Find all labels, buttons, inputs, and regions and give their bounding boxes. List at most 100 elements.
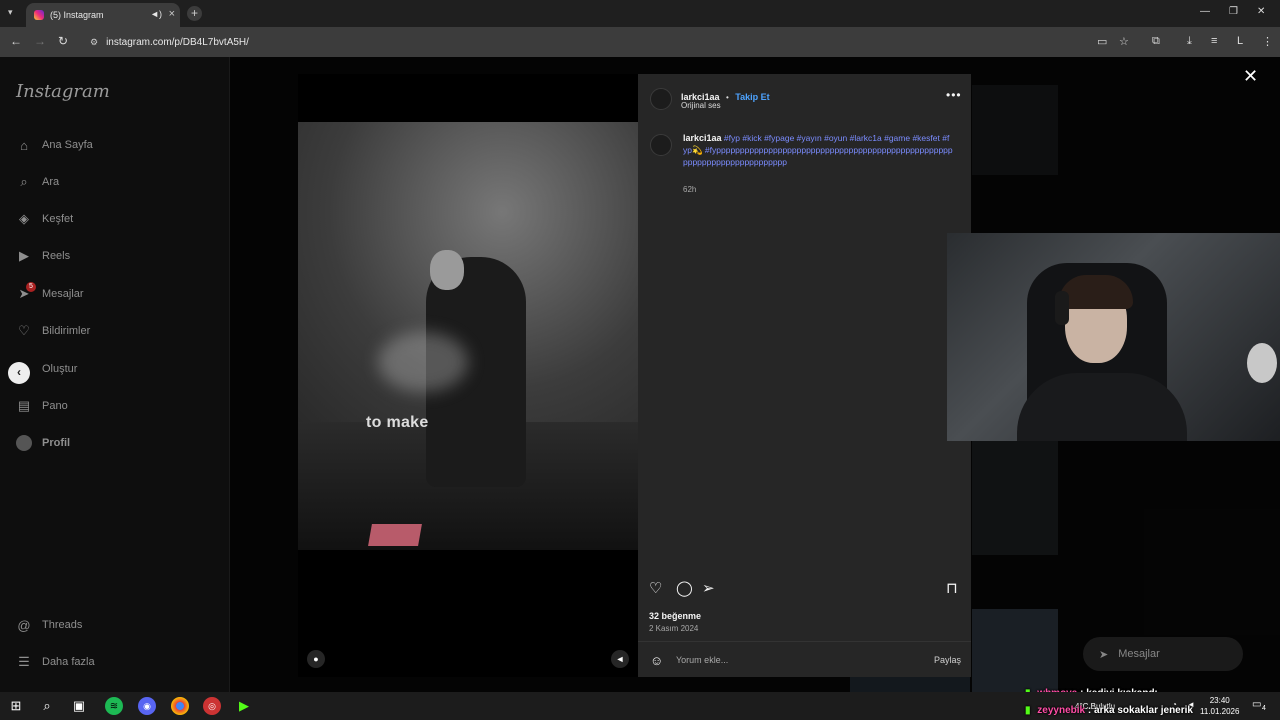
new-tab-button[interactable]: +	[187, 6, 202, 21]
caption-time: 62h	[683, 185, 697, 194]
post-comment-button[interactable]: Paylaş	[934, 655, 961, 665]
collapse-sidebar-button[interactable]: ‹	[8, 362, 30, 384]
address-bar[interactable]: ⚙ instagram.com/p/DB4L7bvtA5H/	[80, 31, 1140, 53]
avatar[interactable]	[650, 134, 672, 156]
post-date: 2 Kasım 2024	[649, 624, 699, 633]
sidebar-item-more[interactable]: ☰ Daha fazla	[16, 654, 94, 670]
sidebar-item-threads[interactable]: @ Threads	[16, 617, 82, 633]
video-head	[430, 250, 464, 290]
kick-app-icon[interactable]: ▶	[235, 697, 253, 715]
chrome-icon[interactable]	[171, 697, 189, 715]
sidebar-item-search[interactable]: ⌕ Ara	[16, 174, 59, 190]
like-heart-icon[interactable]: ♡	[649, 579, 662, 597]
notifications-icon[interactable]: ▭	[1252, 699, 1261, 710]
tagged-user-icon[interactable]: ●	[307, 650, 325, 668]
webcam-hair	[1059, 275, 1133, 309]
sidebar-item-label: Reels	[42, 250, 71, 262]
sidebar-item-profile[interactable]: Profil	[16, 435, 70, 451]
cast-icon[interactable]: ▭	[1097, 35, 1107, 48]
instagram-page: Instagram ⌂ Ana Sayfa ⌕ Ara ◈ Keşfet ▶ R…	[0, 57, 1280, 692]
post-media[interactable]: to make ● ◄	[298, 74, 638, 677]
back-icon[interactable]: ←	[10, 34, 22, 48]
sidebar-item-reels[interactable]: ▶ Reels	[16, 248, 70, 264]
profile-icon[interactable]: L	[1237, 35, 1243, 47]
extensions-icon[interactable]: ⧉	[1152, 35, 1160, 48]
discord-icon[interactable]: ◉	[138, 697, 156, 715]
avatar[interactable]	[650, 88, 672, 110]
search-icon[interactable]: ⌕	[38, 697, 56, 715]
system-clock[interactable]: 23:40 11.01.2026	[1200, 695, 1239, 717]
browser-toolbar: ← → ↻ ⚙ instagram.com/p/DB4L7bvtA5H/ ▭ ☆…	[0, 27, 1280, 57]
more-options-icon[interactable]: •••	[946, 88, 962, 102]
follow-button[interactable]: Takip Et	[735, 92, 769, 102]
sidebar-item-label: Ara	[42, 176, 60, 188]
home-icon: ⌂	[20, 137, 28, 153]
bookmark-star-icon[interactable]: ☆	[1119, 35, 1129, 48]
chat-separator: :	[1087, 705, 1092, 716]
task-view-icon[interactable]: ▣	[70, 697, 88, 715]
reload-icon[interactable]: ↻	[58, 34, 68, 48]
download-icon[interactable]: ⤓	[1187, 35, 1192, 48]
site-info-icon[interactable]: ⚙	[90, 37, 98, 48]
tab-title: (5) Instagram	[50, 10, 104, 20]
post-panel: larkci1aa • Takip Et Orijinal ses ••• la…	[638, 74, 971, 677]
video-smoke	[378, 332, 468, 392]
menu-icon: ☰	[18, 654, 30, 669]
instagram-logo[interactable]: Instagram	[16, 81, 110, 102]
kebab-menu-icon[interactable]: ⋮	[1262, 35, 1273, 48]
compass-icon: ◈	[19, 211, 29, 226]
likes-count[interactable]: 32 beğenme	[649, 611, 701, 621]
reels-icon: ▶	[19, 248, 29, 263]
sidebar-item-dashboard[interactable]: ▤ Pano	[16, 398, 68, 414]
post-actions: ♡ ◯ ➢ ⊓	[638, 579, 971, 609]
url-text: instagram.com/p/DB4L7bvtA5H/	[106, 36, 249, 48]
spotify-icon[interactable]: ≋	[105, 697, 123, 715]
emoji-icon[interactable]: ☺	[650, 653, 663, 668]
windows-start-icon[interactable]: ⊞	[7, 697, 25, 715]
headset-icon	[1055, 291, 1069, 325]
share-send-icon[interactable]: ➢	[702, 579, 715, 597]
tab-close-icon[interactable]: ×	[169, 8, 175, 20]
messages-pill-label: Mesajlar	[1118, 648, 1160, 660]
volume-icon[interactable]: ◄	[611, 650, 629, 668]
close-icon[interactable]: ✕	[1243, 66, 1258, 87]
chat-text: arka sokaklar jenerik	[1094, 705, 1193, 716]
clock-time: 23:40	[1209, 696, 1230, 705]
post-caption: larkci1aa #fyp #kick #fypage #yayın #oyu…	[683, 132, 953, 168]
comment-input[interactable]: Yorum ekle...	[676, 655, 728, 665]
video-caption: to make	[366, 414, 429, 431]
save-bookmark-icon[interactable]: ⊓	[946, 579, 958, 597]
chat-message: ▮ zeyynebik : arka sokaklar jenerik	[1025, 705, 1193, 716]
obs-icon[interactable]: ◎	[203, 697, 221, 715]
sidebar-item-label: Threads	[42, 619, 83, 631]
audio-label[interactable]: Orijinal ses	[681, 101, 721, 110]
webcam-body	[1017, 373, 1187, 441]
post-header: larkci1aa • Takip Et Orijinal ses •••	[638, 74, 971, 124]
sidebar-item-label: Ana Sayfa	[42, 139, 93, 151]
clock-date: 11.01.2026	[1200, 707, 1240, 716]
minimize-icon[interactable]: —	[1200, 6, 1210, 17]
tab-search-icon[interactable]: ▾	[8, 7, 13, 18]
restore-icon[interactable]: ❐	[1229, 6, 1238, 17]
sidebar-item-label: Keşfet	[42, 213, 74, 225]
threads-icon: @	[17, 617, 31, 633]
window-close-icon[interactable]: ✕	[1257, 6, 1265, 17]
caption-username[interactable]: larkci1aa	[683, 133, 722, 143]
browser-tab[interactable]: (5) Instagram ◄) ×	[26, 3, 180, 27]
sidebar-item-home[interactable]: ⌂ Ana Sayfa	[16, 137, 93, 153]
search-icon: ⌕	[20, 174, 28, 189]
media-control-icon[interactable]: ≡	[1211, 35, 1217, 47]
sidebar-item-explore[interactable]: ◈ Keşfet	[16, 211, 73, 227]
webcam-overlay	[947, 233, 1280, 441]
messages-pill[interactable]: ➤ Mesajlar	[1083, 637, 1243, 671]
speaker-icon[interactable]: ◄)	[150, 9, 162, 19]
caption-hashtags[interactable]: #fyp #kick #fypage #yayın #oyun #larkc1a…	[683, 133, 953, 167]
dot-separator: •	[726, 93, 729, 102]
sidebar-item-messages[interactable]: ➤ 5 Mesajlar	[16, 282, 84, 302]
forward-icon[interactable]: →	[34, 34, 46, 48]
sidebar: Instagram ⌂ Ana Sayfa ⌕ Ara ◈ Keşfet ▶ R…	[0, 57, 230, 692]
messages-badge: 5	[26, 282, 36, 292]
comment-icon[interactable]: ◯	[676, 579, 693, 597]
sidebar-item-notifications[interactable]: ♡ Bildirimler	[16, 323, 90, 339]
video-frame[interactable]: to make	[298, 122, 638, 550]
